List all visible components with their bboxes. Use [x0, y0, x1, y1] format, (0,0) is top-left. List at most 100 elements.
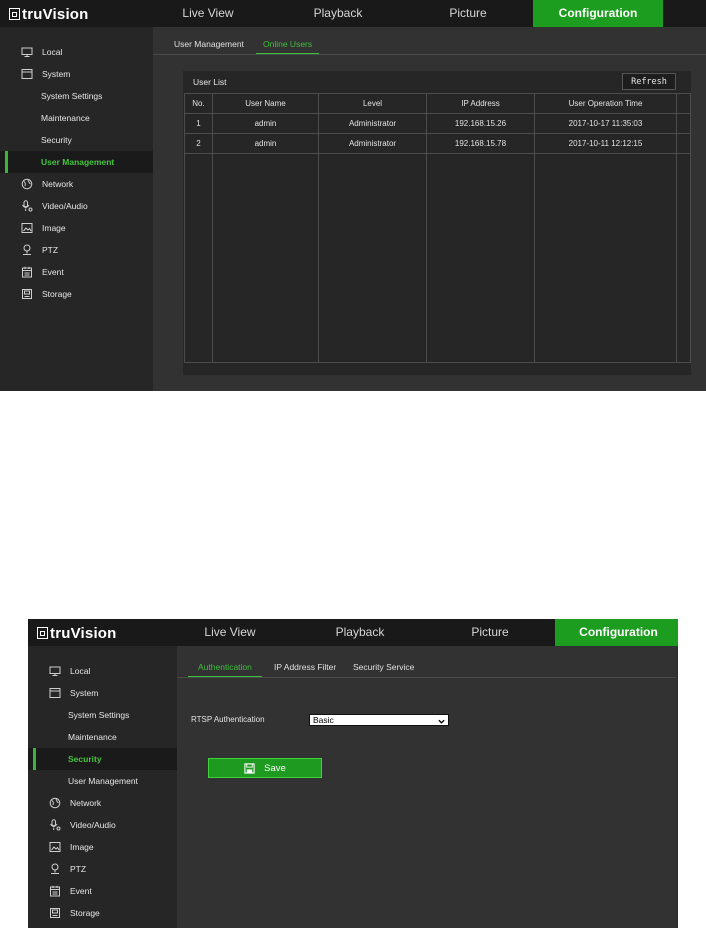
sidebar-item-label: User Management	[41, 157, 115, 167]
sidebar-item-user-management[interactable]: User Management	[28, 770, 177, 792]
brand-logo: truVision	[9, 6, 89, 23]
brand-logo: truVision	[37, 625, 117, 642]
main-content: User Management Online Users User List R…	[153, 27, 706, 391]
sidebar-item-video-audio[interactable]: Video/Audio	[28, 814, 177, 836]
microphone-icon	[49, 819, 61, 831]
cell-spacer	[676, 113, 691, 134]
cell-user-name: admin	[212, 113, 319, 134]
tab-ip-address-filter[interactable]: IP Address Filter	[274, 658, 336, 676]
column-header-spacer	[676, 93, 691, 114]
cell-ip-address: 192.168.15.78	[426, 133, 535, 154]
tab-authentication[interactable]: Authentication	[188, 658, 262, 677]
sidebar-item-label: Network	[70, 798, 102, 808]
refresh-button[interactable]: Refresh	[622, 73, 676, 90]
main-content: Authentication IP Address Filter Securit…	[177, 646, 676, 928]
sidebar-item-label: Event	[70, 886, 92, 896]
sidebar-item-label: PTZ	[42, 245, 59, 255]
tab-online-users[interactable]: Online Users	[256, 35, 320, 54]
sidebar-item-label: System	[70, 688, 99, 698]
table-row[interactable]: 2 admin Administrator 192.168.15.78 2017…	[184, 133, 691, 154]
panel-title: User List	[193, 77, 227, 87]
config-sidebar: Local System System Settings Maintenance…	[28, 646, 177, 928]
rtsp-authentication-row: RTSP Authentication Basic	[191, 713, 449, 726]
cell-no: 1	[184, 113, 213, 134]
save-button-label: Save	[264, 762, 286, 774]
sidebar-item-system[interactable]: System	[0, 63, 153, 85]
brand-name: truVision	[50, 625, 117, 642]
sidebar-item-label: Storage	[70, 908, 100, 918]
sidebar-item-network[interactable]: Network	[0, 173, 153, 195]
sidebar-item-local[interactable]: Local	[0, 41, 153, 63]
globe-icon	[21, 178, 33, 190]
sidebar-item-label: Storage	[42, 289, 72, 299]
sidebar-item-maintenance[interactable]: Maintenance	[28, 726, 177, 748]
screenshot-security-authentication: truVision Live View Playback Picture Con…	[28, 619, 678, 928]
sidebar-item-image[interactable]: Image	[0, 217, 153, 239]
cell-no: 2	[184, 133, 213, 154]
sidebar-item-ptz[interactable]: PTZ	[0, 239, 153, 261]
column-header-operation-time: User Operation Time	[534, 93, 677, 114]
sidebar-item-label: Local	[42, 47, 63, 57]
brand-name: truVision	[22, 6, 89, 23]
nav-picture[interactable]: Picture	[403, 0, 533, 27]
sidebar-item-label: Local	[70, 666, 91, 676]
sidebar-item-system[interactable]: System	[28, 682, 177, 704]
sidebar-item-system-settings[interactable]: System Settings	[0, 85, 153, 107]
sidebar-item-event[interactable]: Event	[0, 261, 153, 283]
sidebar-item-label: Video/Audio	[42, 201, 88, 211]
sidebar-item-video-audio[interactable]: Video/Audio	[0, 195, 153, 217]
sidebar-item-user-management[interactable]: User Management	[0, 151, 153, 173]
cell-operation-time: 2017-10-11 12:12:15	[534, 133, 677, 154]
nav-configuration[interactable]: Configuration	[533, 0, 663, 27]
tab-user-management[interactable]: User Management	[174, 35, 244, 53]
calendar-icon	[49, 885, 61, 897]
globe-icon	[49, 797, 61, 809]
cell-ip-address: 192.168.15.26	[426, 113, 535, 134]
cell-level: Administrator	[318, 133, 427, 154]
truvision-logo-icon	[37, 626, 48, 639]
sidebar-item-label: Security	[41, 135, 72, 145]
sidebar-item-security[interactable]: Security	[28, 748, 177, 770]
nav-playback[interactable]: Playback	[273, 0, 403, 27]
sidebar-item-storage[interactable]: Storage	[28, 902, 177, 924]
user-list-header: User List Refresh	[183, 71, 691, 93]
truvision-logo-icon	[9, 7, 20, 20]
nav-configuration[interactable]: Configuration	[555, 619, 678, 646]
table-row[interactable]: 1 admin Administrator 192.168.15.26 2017…	[184, 113, 691, 134]
top-navigation-bar: truVision Live View Playback Picture Con…	[0, 0, 706, 27]
config-sidebar: Local System System Settings Maintenance…	[0, 27, 153, 391]
cell-spacer	[676, 133, 691, 154]
storage-disk-icon	[49, 907, 61, 919]
ptz-camera-icon	[49, 863, 61, 875]
save-button[interactable]: Save	[208, 758, 322, 778]
sub-tab-bar: Authentication IP Address Filter Securit…	[177, 658, 676, 678]
sidebar-item-local[interactable]: Local	[28, 660, 177, 682]
sidebar-item-image[interactable]: Image	[28, 836, 177, 858]
top-navigation-bar: truVision Live View Playback Picture Con…	[28, 619, 678, 646]
sidebar-item-system-settings[interactable]: System Settings	[28, 704, 177, 726]
sub-tab-bar: User Management Online Users	[153, 35, 706, 55]
sidebar-item-maintenance[interactable]: Maintenance	[0, 107, 153, 129]
column-header-user-name: User Name	[212, 93, 319, 114]
cell-user-name: admin	[212, 133, 319, 154]
sidebar-item-label: Maintenance	[41, 113, 90, 123]
sidebar-item-ptz[interactable]: PTZ	[28, 858, 177, 880]
nav-picture[interactable]: Picture	[425, 619, 555, 646]
nav-live-view[interactable]: Live View	[165, 619, 295, 646]
tab-security-service[interactable]: Security Service	[353, 658, 414, 676]
sidebar-item-network[interactable]: Network	[28, 792, 177, 814]
rtsp-authentication-select[interactable]: Basic	[309, 713, 449, 726]
sidebar-item-label: Maintenance	[68, 732, 117, 742]
sidebar-item-security[interactable]: Security	[0, 129, 153, 151]
rtsp-authentication-value: Basic	[313, 714, 334, 725]
calendar-icon	[21, 266, 33, 278]
screenshot-online-users: truVision Live View Playback Picture Con…	[0, 0, 706, 391]
nav-live-view[interactable]: Live View	[143, 0, 273, 27]
floppy-disk-icon	[244, 762, 255, 774]
sidebar-item-event[interactable]: Event	[28, 880, 177, 902]
sidebar-item-storage[interactable]: Storage	[0, 283, 153, 305]
nav-playback[interactable]: Playback	[295, 619, 425, 646]
sidebar-item-label: Image	[42, 223, 66, 233]
microphone-icon	[21, 200, 33, 212]
cell-level: Administrator	[318, 113, 427, 134]
